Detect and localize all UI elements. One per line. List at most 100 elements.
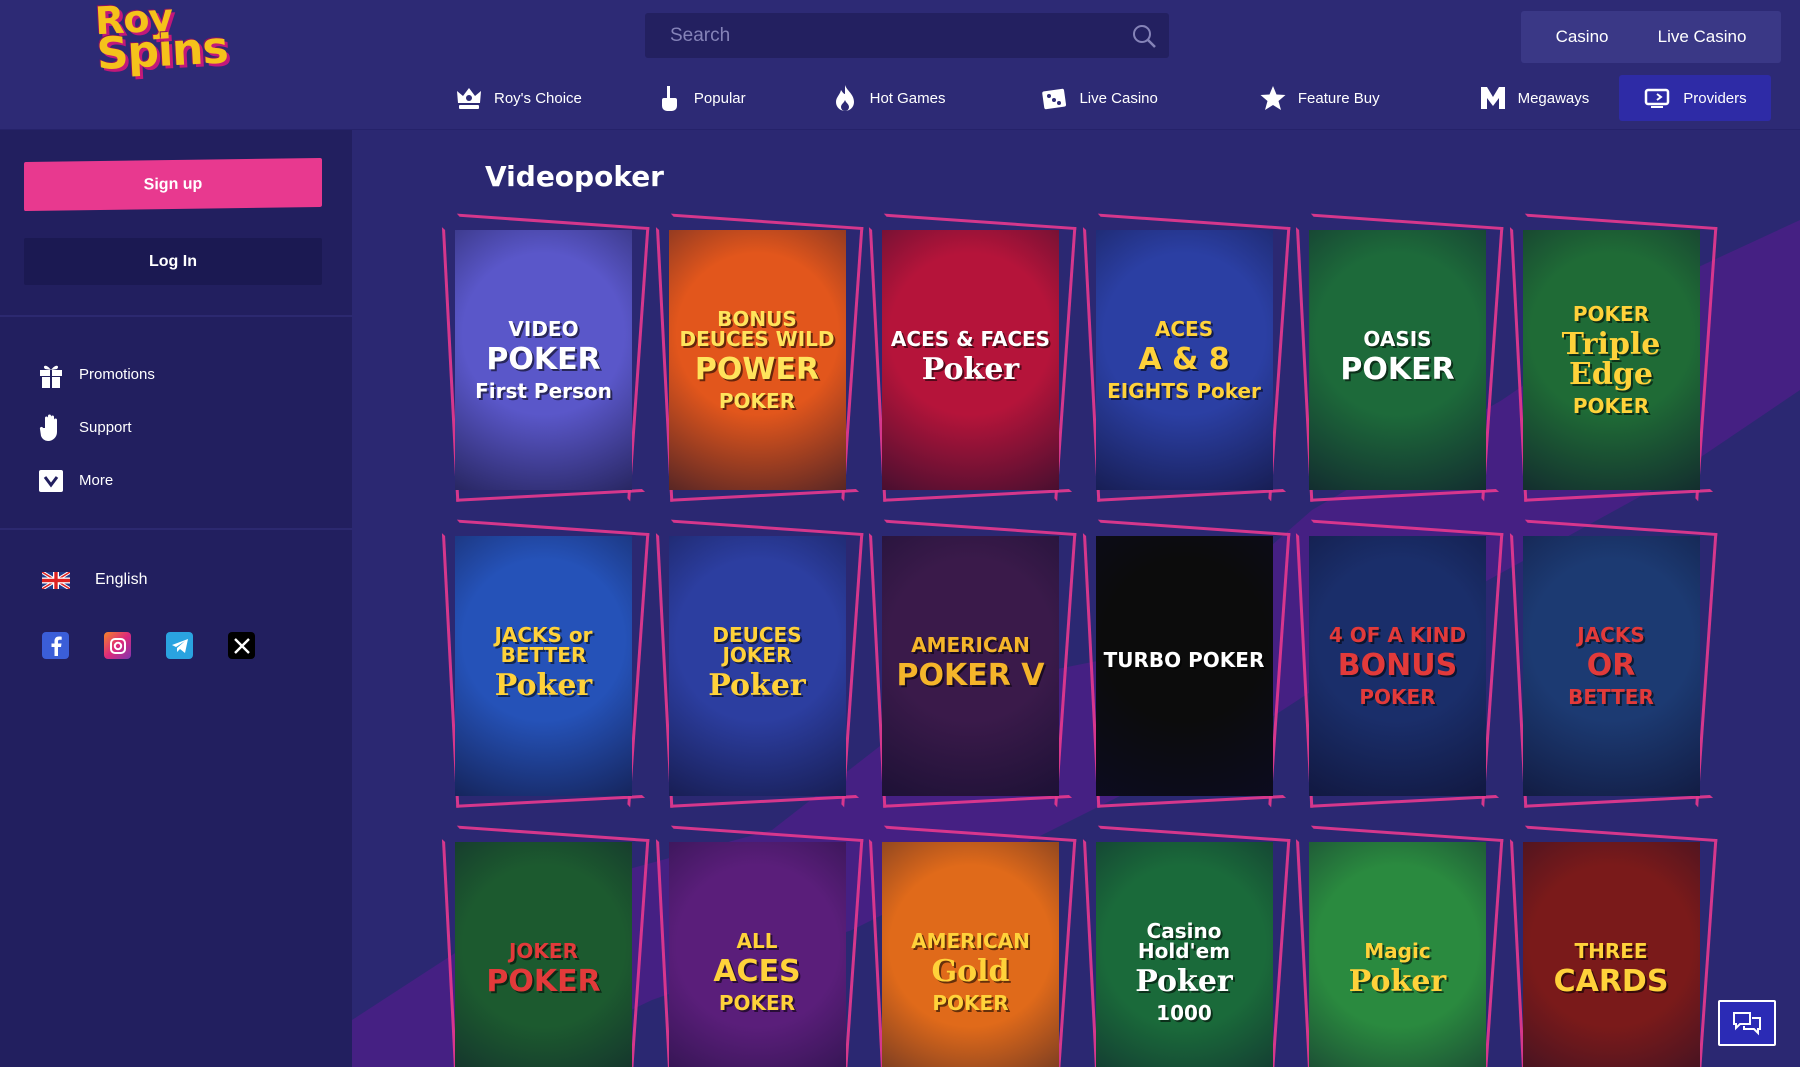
game-card[interactable]: TURBO POKER [1078, 519, 1290, 808]
game-thumbnail: 4 OF A KIND BONUS POKER [1309, 536, 1486, 796]
game-title-line: JACKS [1577, 623, 1645, 647]
game-title-line: AMERICAN [911, 929, 1030, 953]
game-title-line: ACES [1154, 317, 1214, 341]
search-icon[interactable] [1119, 13, 1169, 58]
game-card[interactable]: VIDEO POKER First Person [437, 213, 650, 502]
game-card[interactable]: JACKS or BETTER Poker [437, 519, 650, 808]
game-title-line: Poker [1348, 964, 1447, 999]
game-title-line: First Person [475, 379, 612, 403]
game-card[interactable]: AMERICAN Gold POKER [864, 825, 1077, 1067]
game-title-line: DEUCES JOKER [712, 623, 802, 667]
game-thumbnail: ACES A & 8 EIGHTS Poker [1095, 230, 1273, 490]
chevron-down-icon [36, 466, 66, 496]
game-title-line: BONUS [1337, 648, 1458, 683]
game-thumbnail: OASIS POKER [1309, 230, 1486, 490]
nav-live-casino[interactable]: Live Casino [1025, 75, 1171, 121]
game-title-line: POKER [718, 991, 796, 1015]
nav-hot-games[interactable]: Hot Games [816, 75, 960, 121]
language-selector[interactable]: English [42, 571, 147, 589]
m-icon [1478, 83, 1508, 113]
game-thumbnail: Magic Poker [1309, 842, 1486, 1067]
page-title: Videopoker [485, 160, 664, 193]
game-title-line: THREE [1574, 939, 1648, 963]
telegram-icon[interactable] [166, 632, 193, 659]
game-thumbnail: DEUCES JOKER Poker [668, 536, 846, 796]
game-title-line: ALL [736, 929, 778, 953]
game-card[interactable]: JACKS OR BETTER [1505, 519, 1717, 808]
game-thumbnail: AMERICAN Gold POKER [882, 842, 1059, 1067]
game-title-line: Gold [931, 954, 1010, 989]
game-card[interactable]: DEUCES JOKER Poker [651, 519, 863, 808]
game-thumbnail: BONUS DEUCES WILD POWER POKER [668, 230, 846, 490]
logo[interactable]: Roy Spins [94, 0, 258, 80]
nav-megaways[interactable]: Megaways [1464, 75, 1604, 121]
sidebar-item-label: Promotions [79, 366, 155, 383]
search-input[interactable] [645, 24, 1119, 47]
game-title-line: BETTER [1568, 685, 1654, 709]
game-title-line: Triple Edge [1561, 327, 1661, 392]
sidebar-item-more[interactable]: More [36, 454, 155, 507]
nav-label: Live Casino [1079, 89, 1158, 107]
star-icon [1258, 83, 1288, 113]
search-bar [645, 13, 1169, 58]
game-thumbnail: POKER Triple Edge POKER [1522, 230, 1700, 490]
providers-icon [1643, 83, 1673, 113]
game-title-line: POKER [486, 342, 601, 377]
divider [0, 315, 352, 317]
game-thumbnail: JACKS OR BETTER [1522, 536, 1700, 796]
game-title-line: OASIS [1363, 327, 1432, 351]
nav-label: Megaways [1517, 89, 1590, 107]
game-title-line: Poker [1135, 964, 1233, 999]
hand-icon [36, 413, 66, 443]
game-title-line: POKER [486, 964, 601, 999]
facebook-icon[interactable] [42, 632, 69, 659]
game-card[interactable]: JOKER POKER [437, 825, 650, 1067]
game-title-line: AMERICAN [911, 633, 1030, 657]
game-card[interactable]: POKER Triple Edge POKER [1505, 213, 1717, 502]
game-title-line: 4 OF A KIND [1328, 623, 1467, 647]
chat-button[interactable] [1718, 1000, 1776, 1046]
game-card[interactable]: Casino Hold'em Poker 1000 [1078, 825, 1290, 1067]
nav-roys-choice[interactable]: Roy's Choice [440, 75, 596, 121]
game-title-line: CARDS [1553, 964, 1669, 999]
chat-icon [1733, 1012, 1761, 1036]
game-card[interactable]: BONUS DEUCES WILD POWER POKER [651, 213, 863, 502]
x-icon[interactable] [228, 632, 255, 659]
game-card[interactable]: OASIS POKER [1291, 213, 1504, 502]
hand-pointer-icon [654, 83, 684, 113]
tab-casino[interactable]: Casino [1546, 27, 1619, 47]
sidebar-item-support[interactable]: Support [36, 401, 155, 454]
game-title-line: POKER [1572, 394, 1650, 418]
game-title-line: Magic [1364, 939, 1431, 963]
signup-button[interactable]: Sign up [24, 157, 322, 212]
game-title-line: VIDEO [508, 317, 579, 341]
main-content: Videopoker VIDEO POKER First Person BONUS D… [352, 130, 1800, 1067]
divider [0, 528, 352, 530]
game-card[interactable]: 4 OF A KIND BONUS POKER [1291, 519, 1504, 808]
game-title-line: Casino Hold'em [1137, 919, 1231, 963]
game-title-line: Poker [494, 668, 593, 703]
game-card[interactable]: Magic Poker [1291, 825, 1504, 1067]
sidebar-item-label: Support [79, 419, 132, 436]
nav-popular[interactable]: Popular [640, 75, 760, 121]
game-title-line: Poker [708, 668, 806, 703]
game-card[interactable]: ALL ACES POKER [651, 825, 863, 1067]
game-thumbnail: AMERICAN POKER V [882, 536, 1059, 796]
tab-live-casino[interactable]: Live Casino [1648, 27, 1757, 47]
gift-icon [36, 360, 66, 390]
social-links [42, 632, 290, 659]
sidebar-item-label: More [79, 472, 114, 489]
game-title-line: BONUS DEUCES WILD [679, 307, 835, 351]
game-card[interactable]: AMERICAN POKER V [864, 519, 1077, 808]
game-title-line: POKER V [896, 658, 1045, 693]
nav-providers[interactable]: Providers [1619, 75, 1771, 121]
sidebar: Sign up Log In Promotions Support More E… [0, 130, 352, 1067]
game-card[interactable]: ACES & FACES Poker [864, 213, 1077, 502]
nav-label: Feature Buy [1297, 89, 1380, 107]
nav-feature-buy[interactable]: Feature Buy [1244, 75, 1394, 121]
login-button[interactable]: Log In [24, 238, 322, 285]
game-card[interactable]: THREE CARDS [1505, 825, 1717, 1067]
instagram-icon[interactable] [104, 632, 131, 659]
sidebar-item-promotions[interactable]: Promotions [36, 348, 155, 401]
game-card[interactable]: ACES A & 8 EIGHTS Poker [1078, 213, 1290, 502]
